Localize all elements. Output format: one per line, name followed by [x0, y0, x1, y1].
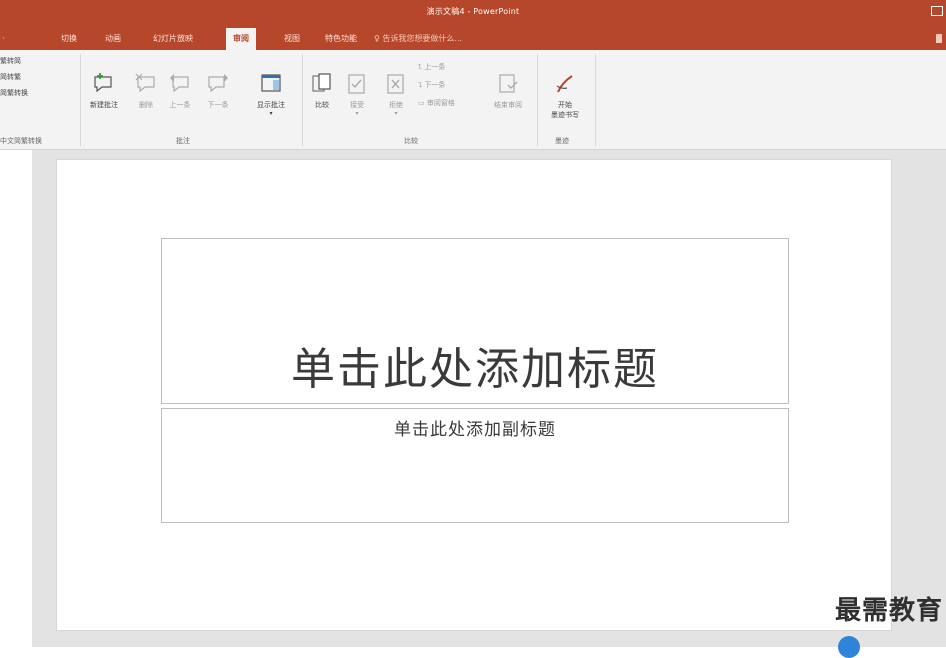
account-icon[interactable] — [936, 34, 942, 43]
next-change-label: 下一条 — [424, 81, 446, 89]
group-label-compare: 比较 — [404, 137, 418, 145]
next-change-button[interactable]: ⮧ 下一条 — [418, 80, 445, 90]
previous-change-icon: ⮤ — [418, 63, 423, 71]
next-comment-button[interactable]: 下一条 — [203, 72, 233, 110]
delete-comment-button[interactable]: 删除 — [134, 72, 158, 110]
reviewing-pane-icon: ▭ — [418, 99, 425, 107]
new-comment-label: 新建批注 — [90, 101, 118, 109]
end-review-label: 结束审阅 — [494, 101, 522, 109]
group-label-ink: 墨迹 — [555, 137, 569, 145]
title-placeholder[interactable]: 单击此处添加标题 — [161, 238, 789, 404]
previous-change-button[interactable]: ⮤ 上一条 — [418, 62, 445, 72]
subtitle-placeholder-text: 单击此处添加副标题 — [394, 420, 556, 440]
compare-button[interactable]: 比较 — [309, 72, 335, 110]
new-comment-icon — [94, 73, 112, 93]
group-separator — [537, 54, 538, 146]
tell-me-placeholder: 告诉我您想要做什么... — [382, 34, 463, 43]
tab-view[interactable]: 视图 — [277, 28, 307, 50]
tab-special-features[interactable]: 特色功能 — [318, 28, 364, 50]
subtitle-placeholder[interactable]: 单击此处添加副标题 — [161, 408, 789, 523]
reviewing-pane-button[interactable]: ▭ 审阅窗格 — [418, 98, 455, 108]
group-separator — [80, 54, 81, 146]
tab-review[interactable]: 审阅 — [226, 28, 256, 50]
tab-transitions[interactable]: 切换 — [54, 28, 84, 50]
previous-comment-button[interactable]: 上一条 — [165, 72, 195, 110]
new-comment-button[interactable]: 新建批注 — [83, 72, 125, 110]
reject-button[interactable]: 拒绝 ▾ — [383, 72, 409, 117]
ribbon-review: 繁转简 简转繁 简繁转换 中文简繁转换 新建批注 删除 上一条 下一条 显示批注… — [0, 50, 946, 150]
end-review-icon — [499, 74, 518, 93]
group-separator — [302, 54, 303, 146]
pen-icon — [556, 75, 573, 93]
group-label-comments: 批注 — [176, 137, 190, 145]
tab-slideshow[interactable]: 幻灯片放映 — [146, 28, 200, 50]
show-comments-button[interactable]: 显示批注 ▾ — [248, 72, 294, 117]
simp-to-trad-button[interactable]: 简转繁 — [0, 72, 21, 82]
group-separator — [595, 54, 596, 146]
reject-icon — [387, 74, 404, 94]
ribbon-tab-bar: · 切换 动画 幻灯片放映 审阅 视图 特色功能 ♀ 告诉我您想要做什么... — [0, 28, 946, 50]
start-inking-button[interactable]: 开始 墨迹书写 — [542, 72, 588, 120]
reviewing-pane-label: 审阅窗格 — [426, 99, 455, 107]
end-review-button[interactable]: 结束审阅 — [486, 72, 530, 110]
show-comments-label: 显示批注 — [257, 101, 285, 109]
accept-button[interactable]: 接受 ▾ — [344, 72, 370, 117]
tell-me-box[interactable]: ♀ 告诉我您想要做什么... — [374, 28, 462, 50]
floating-assistant-icon[interactable] — [838, 636, 860, 658]
reject-label: 拒绝 — [389, 101, 403, 109]
thumbnail-pane-edge — [0, 150, 32, 647]
previous-change-label: 上一条 — [424, 63, 446, 71]
title-placeholder-text: 单击此处添加标题 — [291, 344, 659, 395]
show-comments-icon — [261, 74, 281, 92]
next-comment-label: 下一条 — [207, 101, 229, 109]
trad-to-simp-button[interactable]: 繁转简 — [0, 56, 21, 66]
watermark-logo: 最需教育 — [834, 596, 943, 626]
compare-label: 比较 — [315, 101, 329, 109]
next-change-icon: ⮧ — [418, 81, 423, 89]
accept-label: 接受 — [350, 101, 364, 109]
compare-icon — [312, 73, 331, 92]
group-label-chinese-convert: 中文简繁转换 — [0, 137, 42, 145]
tab-partial-left[interactable]: · — [0, 28, 7, 50]
show-comments-dropdown-icon[interactable]: ▾ — [248, 110, 294, 117]
window-title: 演示文稿4 - PowerPoint — [426, 7, 520, 16]
next-comment-icon — [208, 74, 228, 93]
reject-dropdown-icon[interactable]: ▾ — [383, 110, 409, 117]
start-inking-line2: 墨迹书写 — [551, 111, 579, 119]
delete-comment-icon — [135, 73, 155, 93]
slide-canvas[interactable]: 单击此处添加标题 单击此处添加副标题 — [57, 160, 891, 630]
chinese-convert-button[interactable]: 简繁转换 — [0, 88, 28, 98]
accept-icon — [348, 74, 365, 94]
lightbulb-icon: ♀ — [374, 34, 380, 43]
accept-dropdown-icon[interactable]: ▾ — [344, 110, 370, 117]
start-inking-line1: 开始 — [558, 101, 572, 109]
delete-comment-label: 删除 — [139, 101, 153, 109]
previous-comment-label: 上一条 — [169, 101, 191, 109]
previous-comment-icon — [170, 74, 189, 93]
window-restore-icon[interactable] — [931, 6, 943, 16]
tab-animations[interactable]: 动画 — [98, 28, 128, 50]
title-bar: 演示文稿4 - PowerPoint — [0, 0, 946, 28]
